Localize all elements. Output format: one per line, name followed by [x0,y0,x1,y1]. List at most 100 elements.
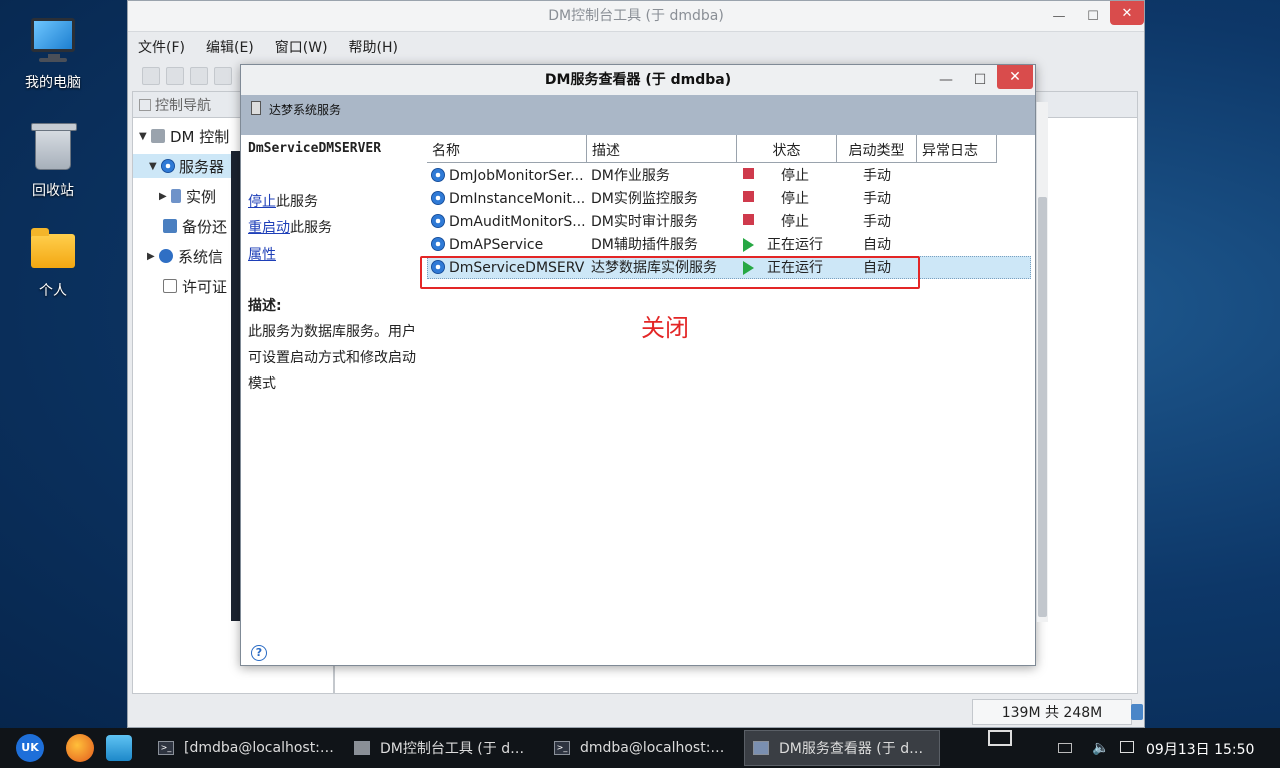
running-icon [743,238,754,252]
maximize-button[interactable]: ☐ [1076,1,1110,32]
main-window-title: DM控制台工具 (于 dmdba) [128,1,1144,32]
column-header-status[interactable]: 状态 [737,135,837,163]
close-button[interactable]: ✕ [1110,1,1144,25]
volume-muted-icon[interactable]: 🔈 [1092,740,1109,756]
nav-title: 控制导航 [155,97,211,114]
description-line: 可设置启动方式和修改启动 [248,350,416,366]
stopped-icon [743,191,754,202]
task-terminal-1[interactable]: >_ [dmdba@localhost:… [150,730,340,766]
task-console[interactable]: DM控制台工具 (于 d… [346,730,541,766]
properties-link[interactable]: 属性 [248,247,276,263]
undo-icon[interactable] [190,67,208,85]
column-header-name[interactable]: 名称 [427,135,587,163]
dialog-title: DM服务查看器 (于 dmdba) [241,65,1035,95]
stopped-icon [743,214,754,225]
menu-help[interactable]: 帮助(H) [349,37,398,57]
license-icon [163,279,177,293]
properties-action: 属性 [248,244,276,264]
menubar: 文件(F) 编辑(E) 窗口(W) 帮助(H) [128,32,1144,62]
table-row[interactable]: DmAuditMonitorS... DM实时审计服务 停止 手动 [427,211,1031,234]
network-icon[interactable] [1120,741,1134,753]
show-desktop-icon[interactable] [988,730,1012,746]
description-line: 模式 [248,376,276,392]
table-row[interactable]: DmInstanceMonit... DM实例监控服务 停止 手动 [427,188,1031,211]
menu-file[interactable]: 文件(F) [138,37,185,57]
tree-label: DM 控制 [170,127,230,146]
tree-item-instances[interactable]: ▶ 实例 [159,184,216,208]
column-header-start-type[interactable]: 启动类型 [837,135,917,163]
table-row[interactable]: DmAPService DM辅助插件服务 正在运行 自动 [427,234,1031,257]
nav-icon [139,98,151,111]
desktop-icon-label: 我的电脑 [25,75,81,91]
desktop-icon-label: 回收站 [32,183,74,199]
menu-edit[interactable]: 编辑(E) [206,37,254,57]
dialog-minimize-button[interactable]: — [929,65,963,95]
save-icon[interactable] [142,67,160,85]
stopped-icon [743,168,754,179]
tree-label: 许可证 [182,277,228,296]
expanded-arrow-icon: ▼ [149,160,157,172]
table-header: 名称 描述 状态 启动类型 异常日志 [427,135,1031,163]
database-icon [151,129,165,143]
menu-window[interactable]: 窗口(W) [275,37,328,57]
trash-icon [31,123,77,170]
description-label: 描述: [248,298,282,314]
vertical-scrollbar[interactable] [1036,102,1048,622]
service-viewer-dialog: DM服务查看器 (于 dmdba) — ☐ ✕ 达梦系统服务 DmService… [240,64,1036,666]
stop-service-action: 停止此服务 [248,194,318,210]
save-all-icon[interactable] [166,67,184,85]
desktop-icon-label: 个人 [39,283,67,299]
redo-icon[interactable] [214,67,232,85]
desktop-icon-computer[interactable]: 我的电脑 [0,18,108,92]
clock[interactable]: 09月13日 15:50 [1146,739,1254,759]
restart-service-action: 重启动此服务 [248,220,332,236]
task-terminal-2[interactable]: >_ dmdba@localhost:… [546,730,736,766]
minimize-button[interactable]: — [1042,1,1076,32]
highlight-box [420,256,920,289]
help-icon[interactable]: ? [251,645,267,661]
info-icon [159,249,173,263]
terminal-icon: >_ [554,741,570,755]
tree-item-sysinfo[interactable]: ▶ 系统信 [147,244,223,268]
firefox-icon[interactable] [66,734,94,762]
server-icon [251,101,261,115]
tree-item-root[interactable]: ▼ DM 控制 [139,124,229,148]
gear-icon [161,159,175,173]
column-header-error-log[interactable]: 异常日志 [917,135,997,163]
start-menu-icon[interactable]: UK [16,734,44,762]
terminal-icon: >_ [158,741,174,755]
dialog-close-button[interactable]: ✕ [997,65,1033,89]
gear-icon [431,191,445,205]
column-header-desc[interactable]: 描述 [587,135,737,163]
tree-item-backup[interactable]: 备份还 [163,214,227,238]
desktop-icon-trash[interactable]: 回收站 [0,123,108,200]
services-band: 达梦系统服务 [241,95,1035,135]
tree-label: 服务器 [179,157,225,176]
tree-label: 实例 [186,187,217,206]
band-label: 达梦系统服务 [269,103,342,117]
tree-label: 系统信 [178,247,224,266]
console-app-icon [354,741,370,755]
stop-link[interactable]: 停止 [248,194,276,210]
backup-icon [163,219,177,233]
file-manager-icon[interactable] [106,735,132,761]
description-line: 此服务为数据库服务。用户 [248,324,416,340]
table-row[interactable]: DmJobMonitorSer... DM作业服务 停止 手动 [427,165,1031,188]
computer-icon [31,18,75,60]
keyboard-icon[interactable] [1058,743,1072,753]
restart-link[interactable]: 重启动 [248,220,290,236]
dialog-maximize-button[interactable]: ☐ [963,65,997,95]
tree-item-license[interactable]: 许可证 [163,274,227,298]
home-folder-icon [31,228,75,268]
gc-trash-icon[interactable] [1131,704,1143,720]
selected-service-name: DmServiceDMSERVER [248,141,382,156]
tree-label: 备份还 [182,217,228,236]
gear-icon [431,214,445,228]
service-viewer-icon [753,741,769,755]
collapsed-arrow-icon: ▶ [159,190,167,202]
gear-icon [431,237,445,251]
memory-status: 139M 共 248M [972,699,1132,725]
list-icon [171,189,181,203]
desktop-icon-home[interactable]: 个人 [0,228,108,300]
task-service-viewer[interactable]: DM服务查看器 (于 d… [744,730,940,766]
